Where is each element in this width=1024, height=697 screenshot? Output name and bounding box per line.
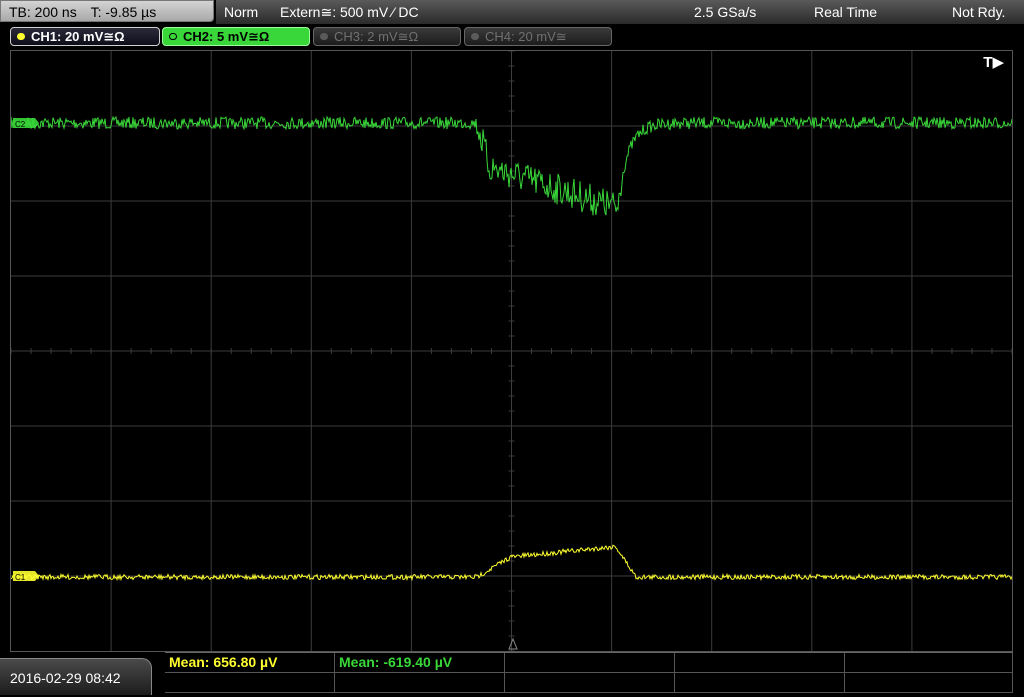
channel-1-ground-marker[interactable]: C1 <box>13 571 39 582</box>
trigger-position-marker[interactable] <box>508 637 518 650</box>
channel-2-ground-marker[interactable]: C2 <box>13 118 39 129</box>
datetime-display[interactable]: 2016-02-29 08:42 <box>0 658 152 695</box>
trigger-info-bar[interactable]: Norm Extern≅: 500 mV ⁄ DC 2.5 GSa/s Real… <box>216 0 1024 24</box>
timebase-box[interactable]: TB: 200 ns T: -9.85 µs <box>0 0 214 22</box>
channel-4-indicator-icon <box>471 33 479 40</box>
channel-4-tab[interactable]: CH4: 20 mV≅ <box>464 27 612 46</box>
measurement-empty[interactable] <box>675 653 845 673</box>
trigger-mode-label: Norm <box>224 4 259 20</box>
measurement-empty[interactable] <box>505 673 675 693</box>
channel-1-indicator-icon <box>17 33 25 40</box>
channel-1-tab[interactable]: CH1: 20 mV≅Ω <box>10 27 160 46</box>
channel-2-indicator-icon <box>169 33 177 40</box>
sample-rate-label: 2.5 GSa/s <box>694 4 757 20</box>
top-status-bar: TB: 200 ns T: -9.85 µs Norm Extern≅: 500… <box>0 0 1024 24</box>
acquisition-mode-label: Real Time <box>814 4 878 20</box>
channel-3-indicator-icon <box>320 33 328 40</box>
channel-2-tab[interactable]: CH2: 5 mV≅Ω <box>162 27 310 46</box>
waveform-canvas[interactable]: C2 C1 <box>11 51 1012 651</box>
trigger-time-label: T: -9.85 µs <box>90 4 157 20</box>
timebase-label: TB: 200 ns <box>9 4 77 20</box>
measurement-empty[interactable] <box>505 653 675 673</box>
graticule <box>11 51 1012 651</box>
channel-3-tab[interactable]: CH3: 2 mV≅Ω <box>313 27 461 46</box>
waveform-display[interactable]: C2 C1 T▶ <box>10 50 1013 652</box>
measurement-empty[interactable] <box>335 673 505 693</box>
status-label: Not Rdy. <box>952 4 1006 20</box>
measurement-empty[interactable] <box>165 673 335 693</box>
channel-1-marker-text: C1 <box>15 573 26 582</box>
measurement-empty[interactable] <box>845 653 1013 673</box>
trigger-offset-marker[interactable]: T▶ <box>983 53 1004 71</box>
channel-1-label: CH1: 20 mV≅Ω <box>31 29 125 44</box>
channel-2-marker-text: C2 <box>15 120 26 129</box>
channel-4-label: CH4: 20 mV≅ <box>485 29 567 44</box>
trigger-source-label: Extern≅: 500 mV ⁄ DC <box>280 4 419 20</box>
measurement-empty[interactable] <box>845 673 1013 693</box>
measurement-table: Mean: 656.80 µV Mean: -619.40 µV <box>165 652 1013 696</box>
channel-2-label: CH2: 5 mV≅Ω <box>183 29 270 44</box>
channel-3-label: CH3: 2 mV≅Ω <box>334 29 419 44</box>
measurement-empty[interactable] <box>675 673 845 693</box>
measurement-ch1-mean[interactable]: Mean: 656.80 µV <box>165 653 335 673</box>
channel-bar: CH1: 20 mV≅Ω CH2: 5 mV≅Ω CH3: 2 mV≅Ω CH4… <box>0 24 1024 50</box>
measurement-ch2-mean[interactable]: Mean: -619.40 µV <box>335 653 505 673</box>
bottom-bar: 2016-02-29 08:42 Mean: 656.80 µV Mean: -… <box>0 652 1024 695</box>
